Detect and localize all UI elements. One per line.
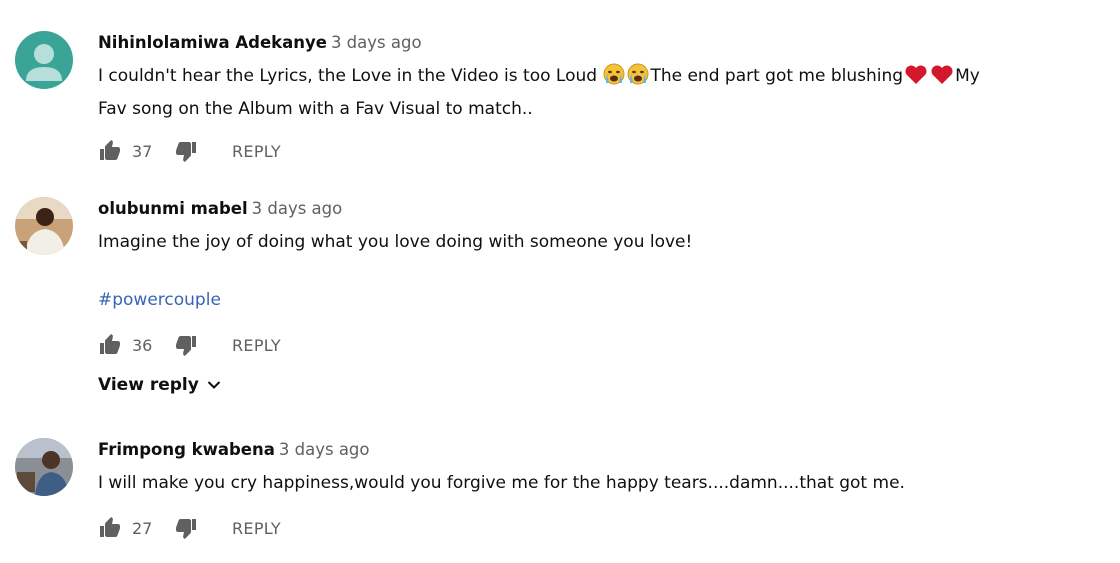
heart-icon xyxy=(930,64,954,95)
comment-header: Nihinlolamiwa Adekanye 3 days ago xyxy=(98,33,422,52)
crying-face-icon xyxy=(627,63,649,95)
comment-text-part: I will make you cry happiness,would you … xyxy=(98,473,905,493)
chevron-down-icon xyxy=(207,375,221,395)
view-reply-label: View reply xyxy=(98,375,199,395)
like-count: 36 xyxy=(132,335,153,355)
comment-actions: 36 REPLY xyxy=(98,333,281,357)
avatar[interactable] xyxy=(15,31,73,89)
comment-text-part: My xyxy=(955,66,980,86)
avatar[interactable] xyxy=(15,438,73,496)
avatar[interactable] xyxy=(15,197,73,255)
default-user-icon xyxy=(15,31,73,89)
comment-text-part: The end part got me blushing xyxy=(650,66,904,86)
thumbs-up-icon[interactable] xyxy=(98,516,122,540)
author-name[interactable]: Frimpong kwabena xyxy=(98,440,275,459)
view-reply-button[interactable]: View reply xyxy=(98,375,221,395)
user-photo-icon xyxy=(15,197,73,255)
timestamp[interactable]: 3 days ago xyxy=(331,33,422,52)
like-count: 37 xyxy=(132,141,153,161)
reply-button[interactable]: REPLY xyxy=(232,142,281,161)
thumbs-down-icon[interactable] xyxy=(174,139,198,163)
like-count: 27 xyxy=(132,518,153,538)
author-name[interactable]: olubunmi mabel xyxy=(98,199,248,218)
comment-actions: 37 REPLY xyxy=(98,139,281,163)
thumbs-down-icon[interactable] xyxy=(174,516,198,540)
hashtag-line: #powercouple xyxy=(98,286,1058,315)
comment-header: olubunmi mabel 3 days ago xyxy=(98,199,342,218)
timestamp[interactable]: 3 days ago xyxy=(279,440,370,459)
thumbs-up-icon[interactable] xyxy=(98,139,122,163)
hashtag-link[interactable]: #powercouple xyxy=(98,290,221,310)
timestamp[interactable]: 3 days ago xyxy=(252,199,343,218)
reply-button[interactable]: REPLY xyxy=(232,336,281,355)
comment-text-part: I couldn't hear the Lyrics, the Love in … xyxy=(98,66,603,86)
comment-text: Imagine the joy of doing what you love d… xyxy=(98,228,1058,257)
comment-text-part: Fav song on the Album with a Fav Visual … xyxy=(98,99,533,119)
comment-text-part: Imagine the joy of doing what you love d… xyxy=(98,232,693,252)
comment-actions: 27 REPLY xyxy=(98,516,281,540)
comment-header: Frimpong kwabena 3 days ago xyxy=(98,440,370,459)
thumbs-up-icon[interactable] xyxy=(98,333,122,357)
heart-icon xyxy=(904,64,928,95)
reply-button[interactable]: REPLY xyxy=(232,519,281,538)
crying-face-icon xyxy=(603,63,625,95)
comment-text: I will make you cry happiness,would you … xyxy=(98,469,1058,498)
comment-text: I couldn't hear the Lyrics, the Love in … xyxy=(98,62,1058,124)
thumbs-down-icon[interactable] xyxy=(174,333,198,357)
author-name[interactable]: Nihinlolamiwa Adekanye xyxy=(98,33,327,52)
user-photo-icon xyxy=(15,438,73,496)
